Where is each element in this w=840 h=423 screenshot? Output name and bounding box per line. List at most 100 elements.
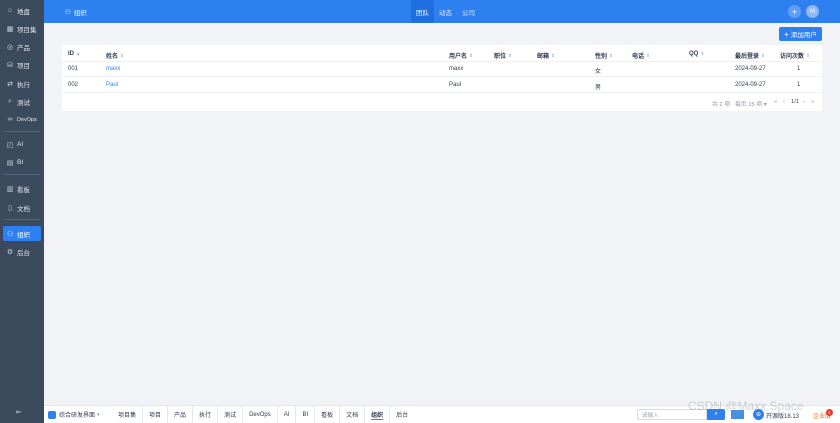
- tab-dynamic[interactable]: 动态: [434, 0, 457, 23]
- column-header-position[interactable]: 职位 ⇕: [494, 51, 512, 61]
- sidebar-item-label: AI: [17, 141, 24, 148]
- tab-company[interactable]: 公司: [457, 0, 480, 23]
- kanban-icon: ▥: [6, 185, 14, 193]
- sidebar-item-kanban[interactable]: ▥ 看板: [3, 181, 41, 196]
- search-input[interactable]: 请输入: [637, 409, 707, 420]
- cell-last-login: 2024-09-27: [735, 82, 766, 88]
- sort-desc-icon: ▼: [76, 51, 81, 57]
- column-header-username[interactable]: 用户名 ⇕: [449, 51, 473, 61]
- sort-icon: ⇕: [609, 52, 613, 58]
- sidebar-item-test[interactable]: ⌕ 测试: [3, 94, 41, 109]
- sidebar-item-label: 测试: [17, 99, 30, 107]
- sidebar-item-ai[interactable]: ◰ AI: [3, 137, 41, 152]
- home-icon: ⌂: [7, 7, 13, 14]
- prev-page-icon[interactable]: ‹: [783, 99, 785, 105]
- add-user-label: 添加用户: [790, 32, 817, 39]
- sidebar-item-label: 执行: [17, 81, 30, 89]
- plus-icon: +: [784, 29, 789, 39]
- last-page-icon[interactable]: »: [811, 99, 814, 105]
- next-page-icon[interactable]: ›: [803, 99, 805, 105]
- app-program[interactable]: 项目集: [112, 406, 144, 423]
- column-header-last-login[interactable]: 最后登录 ⇕: [735, 51, 765, 61]
- chevron-down-icon: ▾: [97, 411, 100, 418]
- app-kanban[interactable]: 看板: [315, 406, 341, 423]
- tab-team[interactable]: 团队: [411, 0, 434, 23]
- bi-icon: ▤: [6, 159, 14, 167]
- breadcrumb[interactable]: ⚇ 组织: [65, 7, 87, 17]
- column-header-id[interactable]: ID ▼: [68, 51, 80, 57]
- sidebar-item-program[interactable]: ▦ 项目集: [3, 21, 41, 36]
- sidebar-item-label: 地盘: [17, 8, 30, 16]
- sidebar-item-product[interactable]: ◎ 产品: [3, 39, 41, 54]
- sidebar-item-label: 项目: [17, 62, 30, 70]
- sort-icon: ⇕: [469, 52, 473, 58]
- app-doc[interactable]: 文档: [340, 406, 366, 423]
- sort-icon: ⇕: [508, 52, 512, 58]
- sidebar-item-org[interactable]: ⚇ 组织: [3, 226, 41, 241]
- app-bar: 项目集 项目 产品 执行 测试 DevOps AI BI 看板 文档 组织 后台: [112, 406, 414, 423]
- app-ai[interactable]: AI: [278, 406, 297, 423]
- column-header-email[interactable]: 邮箱 ⇕: [537, 51, 555, 61]
- header-divider: [62, 61, 822, 62]
- app-test[interactable]: 测试: [218, 406, 244, 423]
- column-header-visits[interactable]: 访问次数 ⇕: [780, 51, 810, 61]
- plus-icon[interactable]: +: [788, 5, 801, 18]
- pager-page: 1/1: [791, 99, 800, 105]
- cell-name-link[interactable]: maxx: [106, 66, 120, 72]
- admin-icon: ⚙: [6, 248, 14, 256]
- app-execution[interactable]: 执行: [193, 406, 219, 423]
- app-devops[interactable]: DevOps: [243, 406, 278, 423]
- row-divider: [62, 92, 822, 93]
- bottom-bar: 综合研发界面 ▾ 项目集 项目 产品 执行 测试 DevOps AI BI 看板 …: [44, 405, 840, 423]
- cell-visits: 1: [797, 66, 801, 72]
- cell-username: maxx: [449, 66, 464, 72]
- column-header-qq[interactable]: QQ ⇕: [689, 51, 704, 57]
- message-icon[interactable]: [731, 410, 744, 419]
- cell-name-link[interactable]: Paul: [106, 82, 118, 88]
- top-header: ⚇ 组织 团队 动态 公司 + M: [44, 0, 840, 23]
- collapse-icon[interactable]: ⇤: [16, 408, 22, 416]
- ai-icon: ◰: [6, 141, 14, 149]
- sidebar-item-project[interactable]: ⛁ 项目: [3, 57, 41, 72]
- sidebar-item-dashboard[interactable]: ⌂ 地盘: [3, 3, 41, 18]
- app-org[interactable]: 组织: [365, 406, 391, 423]
- devops-icon: ∞: [7, 116, 13, 123]
- cell-last-login: 2024-09-27: [735, 66, 766, 72]
- app-project[interactable]: 项目: [143, 406, 169, 423]
- sidebar: ⌂ 地盘 ▦ 项目集 ◎ 产品 ⛁ 项目 ⇄ 执行 ⌕ 测试 ∞ DevOps ◰ AI ▤ BI…: [0, 0, 44, 423]
- sidebar-item-execution[interactable]: ⇄ 执行: [3, 76, 41, 91]
- notification-badge: 1: [826, 409, 833, 416]
- execute-icon: ⇄: [7, 80, 13, 88]
- first-page-icon[interactable]: «: [774, 99, 777, 105]
- sidebar-item-admin[interactable]: ⚙ 后台: [3, 244, 41, 259]
- cell-id: 001: [68, 66, 79, 72]
- app-bi[interactable]: BI: [296, 406, 316, 423]
- sort-icon: ⇕: [120, 52, 124, 58]
- org-icon: ⚇: [65, 9, 71, 16]
- chevron-down-icon: ▾: [763, 102, 767, 108]
- sort-icon: ⇕: [646, 52, 650, 58]
- avatar[interactable]: M: [806, 5, 819, 18]
- sidebar-item-bi[interactable]: ▤ BI: [3, 155, 41, 170]
- pager-per-page[interactable]: 每页 15 项 ▾: [735, 99, 767, 108]
- sidebar-item-label: 后台: [17, 249, 30, 257]
- column-header-phone[interactable]: 电话 ⇕: [632, 51, 650, 61]
- app-admin[interactable]: 后台: [390, 406, 414, 423]
- doc-icon: ▯: [8, 204, 12, 212]
- sidebar-item-label: BI: [17, 159, 24, 166]
- sidebar-divider: [4, 174, 40, 175]
- interface-menu[interactable]: 综合研发界面 ▾: [48, 410, 100, 419]
- app-product[interactable]: 产品: [168, 406, 194, 423]
- sort-icon: ⇕: [700, 51, 705, 56]
- cell-username: Paul: [449, 82, 462, 88]
- search-icon[interactable]: ⌕: [707, 409, 725, 420]
- sidebar-item-label: 文档: [17, 205, 30, 213]
- cell-visits: 1: [797, 82, 801, 88]
- sidebar-item-devops[interactable]: ∞ DevOps: [3, 112, 41, 127]
- add-user-button[interactable]: + 添加用户: [779, 27, 822, 41]
- logo-icon: [48, 410, 56, 419]
- column-header-name[interactable]: 姓名 ⇕: [106, 51, 124, 61]
- column-header-gender[interactable]: 性别 ⇕: [595, 51, 613, 61]
- cell-gender: 女: [595, 69, 602, 75]
- sidebar-item-doc[interactable]: ▯ 文档: [3, 200, 41, 215]
